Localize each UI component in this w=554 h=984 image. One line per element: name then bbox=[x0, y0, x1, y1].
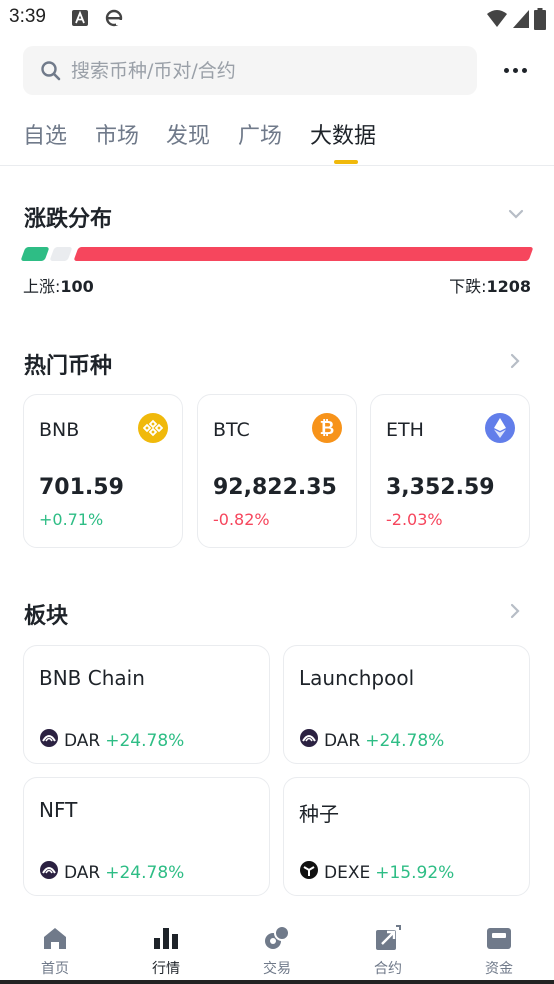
sector-card-launchpool[interactable]: Launchpool DAR +24.78% bbox=[283, 645, 530, 764]
sector-card-bnb-chain[interactable]: BNB Chain DAR +24.78% bbox=[23, 645, 270, 764]
more-dot-icon bbox=[521, 67, 527, 73]
distribution-title: 涨跌分布 bbox=[24, 207, 113, 232]
sector-name: NFT bbox=[39, 798, 78, 822]
status-bar: 3:39 bbox=[0, 0, 554, 38]
sector-name: BNB Chain bbox=[39, 666, 145, 690]
up-count: 100 bbox=[60, 277, 94, 296]
coin-price: 92,822.35 bbox=[213, 475, 337, 500]
flat-distribution-bar bbox=[49, 247, 73, 261]
search-bar[interactable] bbox=[23, 46, 477, 95]
sectors-title: 板块 bbox=[24, 604, 69, 629]
coin-symbol: ETH bbox=[386, 419, 424, 441]
home-icon bbox=[41, 924, 69, 952]
search-icon bbox=[40, 60, 62, 86]
down-count-label: 下跌:1208 bbox=[449, 273, 531, 297]
tab-market[interactable]: 市场 bbox=[95, 118, 139, 150]
up-count-label: 上涨:100 bbox=[23, 273, 94, 297]
bottom-nav: 首页 行情 交易 合约 资金 bbox=[0, 912, 554, 984]
nav-wallet[interactable]: 资金 bbox=[444, 912, 554, 984]
tab-square[interactable]: 广场 bbox=[238, 118, 282, 150]
up-label: 上涨: bbox=[23, 277, 61, 296]
keyboard-a-icon bbox=[72, 10, 88, 30]
down-count: 1208 bbox=[486, 277, 531, 296]
coin-change: +0.71% bbox=[39, 510, 104, 529]
nav-futures[interactable]: 合约 bbox=[333, 912, 443, 984]
browser-e-icon bbox=[104, 8, 124, 32]
up-distribution-bar bbox=[20, 247, 50, 261]
coin-card-bnb[interactable]: BNB 701.59 +0.71% bbox=[23, 394, 183, 548]
nav-label: 首页 bbox=[41, 961, 69, 977]
more-button[interactable] bbox=[498, 58, 532, 82]
token-symbol: DEXE bbox=[324, 862, 371, 883]
token-change: +24.78% bbox=[105, 862, 185, 883]
chevron-right-icon[interactable] bbox=[508, 352, 522, 374]
chevron-down-icon[interactable] bbox=[507, 206, 525, 225]
dexe-icon bbox=[299, 860, 319, 885]
more-dot-icon bbox=[503, 67, 509, 73]
tab-big-data[interactable]: 大数据 bbox=[310, 118, 376, 150]
trade-icon bbox=[263, 924, 291, 952]
dar-icon bbox=[39, 860, 59, 885]
futures-icon bbox=[374, 924, 402, 952]
wallet-icon bbox=[485, 924, 513, 952]
btc-icon: ₿ bbox=[312, 413, 342, 443]
token-change: +24.78% bbox=[105, 730, 185, 751]
eth-icon bbox=[485, 413, 515, 443]
down-distribution-bar bbox=[73, 247, 534, 261]
sector-name: 种子 bbox=[299, 802, 339, 826]
more-dot-icon bbox=[512, 67, 518, 73]
chevron-right-icon[interactable] bbox=[508, 602, 522, 624]
tab-discover[interactable]: 发现 bbox=[166, 118, 210, 150]
status-time: 3:39 bbox=[9, 6, 46, 27]
sector-top-token: DAR +24.78% bbox=[299, 728, 444, 753]
nav-label: 资金 bbox=[485, 961, 513, 977]
battery-icon bbox=[534, 8, 546, 34]
top-tabs: 自选 市场 发现 广场 大数据 bbox=[0, 116, 554, 166]
sector-card-nft[interactable]: NFT DAR +24.78% bbox=[23, 777, 270, 896]
signal-icon bbox=[512, 9, 530, 33]
nav-label: 合约 bbox=[374, 961, 402, 977]
bnb-icon bbox=[138, 413, 168, 443]
coin-price: 3,352.59 bbox=[386, 475, 495, 500]
coin-symbol: BTC bbox=[213, 419, 250, 441]
dar-icon bbox=[39, 728, 59, 753]
system-navigation-bar bbox=[0, 980, 554, 984]
token-symbol: DAR bbox=[324, 730, 361, 751]
dar-icon bbox=[299, 728, 319, 753]
token-change: +15.92% bbox=[375, 862, 455, 883]
active-tab-indicator bbox=[334, 160, 358, 164]
token-symbol: DAR bbox=[64, 862, 101, 883]
markets-icon bbox=[152, 924, 180, 952]
sector-top-token: DAR +24.78% bbox=[39, 860, 184, 885]
search-input[interactable] bbox=[71, 46, 461, 95]
hot-coins-title: 热门币种 bbox=[24, 354, 113, 379]
token-symbol: DAR bbox=[64, 730, 101, 751]
nav-label: 交易 bbox=[263, 961, 291, 977]
coin-price: 701.59 bbox=[39, 475, 124, 500]
sector-card-seed[interactable]: 种子 DEXE +15.92% bbox=[283, 777, 530, 896]
token-change: +24.78% bbox=[365, 730, 445, 751]
nav-home[interactable]: 首页 bbox=[0, 912, 110, 984]
nav-label: 行情 bbox=[152, 961, 180, 977]
coin-card-btc[interactable]: BTC ₿ 92,822.35 -0.82% bbox=[197, 394, 357, 548]
down-label: 下跌: bbox=[449, 277, 487, 296]
coin-change: -0.82% bbox=[213, 510, 270, 529]
sector-top-token: DEXE +15.92% bbox=[299, 860, 454, 885]
status-indicators bbox=[486, 8, 546, 34]
nav-markets[interactable]: 行情 bbox=[111, 912, 221, 984]
wifi-icon bbox=[486, 9, 508, 33]
coin-card-eth[interactable]: ETH 3,352.59 -2.03% bbox=[370, 394, 530, 548]
sector-top-token: DAR +24.78% bbox=[39, 728, 184, 753]
coin-change: -2.03% bbox=[386, 510, 443, 529]
nav-trade[interactable]: 交易 bbox=[222, 912, 332, 984]
sector-name: Launchpool bbox=[299, 666, 415, 690]
tab-watchlist[interactable]: 自选 bbox=[23, 118, 67, 150]
coin-symbol: BNB bbox=[39, 419, 80, 441]
